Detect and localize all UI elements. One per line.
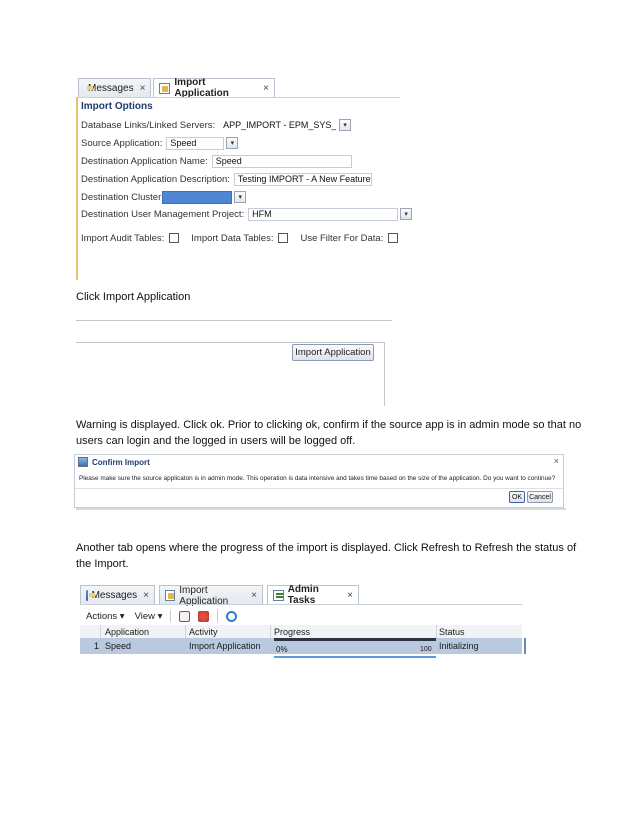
column-separator bbox=[436, 625, 437, 638]
caption-progress-line2: the Import. bbox=[76, 558, 129, 570]
dest-ump-row: Destination User Management Project: HFM… bbox=[81, 206, 413, 222]
db-links-select[interactable]: APP_IMPORT - EPM_SYS_HFM bbox=[219, 118, 338, 132]
audit-tables-label: Import Audit Tables: bbox=[81, 232, 165, 244]
divider bbox=[75, 488, 563, 489]
view-menu[interactable]: View ▾ bbox=[135, 611, 163, 622]
dest-cluster-label: Destination Cluster bbox=[81, 191, 162, 203]
table-row[interactable]: 1 Speed Import Application 0% 100 Initia… bbox=[80, 638, 526, 658]
tasks-icon bbox=[273, 589, 284, 601]
import-button-panel: Import Application bbox=[76, 320, 392, 406]
tab-label: Import Application bbox=[174, 77, 229, 99]
dialog-message: Please make sure the source applicaton i… bbox=[79, 475, 556, 482]
divider bbox=[384, 342, 385, 406]
messages-icon bbox=[86, 590, 94, 601]
import-application-button[interactable]: Import Application bbox=[292, 344, 374, 361]
dest-cluster-select[interactable] bbox=[162, 190, 233, 204]
caption-warning-line2: users can login and the logged in users … bbox=[76, 435, 356, 447]
import-options-body: Import Options Database Links/Linked Ser… bbox=[76, 97, 413, 280]
cancel-button[interactable]: Cancel bbox=[527, 491, 553, 503]
close-icon[interactable]: × bbox=[140, 83, 146, 94]
progress-start-label: 0% bbox=[276, 644, 288, 654]
filter-data-label: Use Filter For Data: bbox=[300, 232, 384, 244]
cell-application: Speed bbox=[105, 641, 132, 651]
tab-import-application[interactable]: Import Application × bbox=[153, 77, 275, 99]
grid-header: Application Activity Progress Status bbox=[80, 625, 522, 639]
dest-ump-label: Destination User Management Project: bbox=[81, 208, 245, 220]
source-app-label: Source Application: bbox=[81, 137, 163, 149]
dialog-title: Confirm Import bbox=[92, 457, 150, 467]
tab-messages[interactable]: Messages × bbox=[78, 78, 151, 98]
db-links-label: Database Links/Linked Servers: bbox=[81, 119, 216, 131]
column-separator bbox=[270, 625, 271, 638]
dest-app-name-label: Destination Application Name: bbox=[81, 155, 208, 167]
caption-progress-line1: Another tab opens where the progress of … bbox=[76, 542, 577, 554]
source-app-row: Source Application: Speed ▾ bbox=[81, 135, 239, 151]
application-icon bbox=[165, 590, 176, 601]
dest-app-desc-row: Destination Application Description: Tes… bbox=[81, 171, 372, 187]
dest-ump-select[interactable]: HFM bbox=[248, 207, 399, 221]
divider bbox=[76, 320, 392, 321]
data-tables-checkbox[interactable] bbox=[278, 233, 289, 243]
source-app-select[interactable]: Speed bbox=[166, 136, 225, 150]
dialog-icon bbox=[78, 457, 88, 467]
actions-menu[interactable]: Actions ▾ bbox=[86, 611, 125, 622]
close-icon[interactable]: × bbox=[143, 590, 149, 601]
chevron-down-icon[interactable]: ▾ bbox=[226, 137, 239, 149]
close-icon[interactable]: × bbox=[263, 83, 269, 94]
data-tables-label: Import Data Tables: bbox=[191, 232, 274, 244]
column-separator bbox=[185, 625, 186, 638]
row-number: 1 bbox=[94, 641, 100, 651]
row-edge bbox=[524, 638, 526, 654]
tab-label: Admin Tasks bbox=[287, 584, 319, 606]
toolbar-separator bbox=[217, 610, 219, 622]
progress-end-label: 100 bbox=[420, 645, 432, 653]
chevron-down-icon[interactable]: ▾ bbox=[339, 119, 352, 131]
dest-cluster-row: Destination Cluster ▾ bbox=[81, 189, 247, 205]
column-header-status[interactable]: Status bbox=[439, 625, 465, 638]
tab-admin-tasks[interactable]: Admin Tasks × bbox=[267, 584, 359, 606]
divider bbox=[76, 342, 384, 343]
refresh-icon[interactable] bbox=[226, 610, 238, 622]
dest-app-name-input[interactable]: Speed bbox=[211, 154, 352, 168]
tab-messages[interactable]: Messages × bbox=[80, 585, 155, 605]
chevron-down-icon[interactable]: ▾ bbox=[234, 191, 247, 203]
ok-button[interactable]: OK bbox=[509, 491, 525, 503]
import-application-panel: Messages × Import Application × Import O… bbox=[76, 77, 413, 280]
dest-app-desc-input[interactable]: Testing IMPORT - A New Feature bbox=[233, 172, 372, 186]
filter-data-checkbox[interactable] bbox=[388, 233, 399, 243]
confirm-import-dialog: Confirm Import × Please make sure the so… bbox=[74, 454, 564, 508]
dest-app-desc-label: Destination Application Description: bbox=[81, 173, 230, 185]
column-header-activity[interactable]: Activity bbox=[189, 625, 218, 638]
close-icon[interactable]: × bbox=[554, 456, 559, 466]
dialog-header: Confirm Import bbox=[75, 455, 563, 469]
dest-app-name-row: Destination Application Name: Speed bbox=[81, 153, 352, 169]
caption-warning-line1: Warning is displayed. Click ok. Prior to… bbox=[76, 419, 582, 431]
chevron-down-icon[interactable]: ▾ bbox=[400, 208, 413, 220]
tab-label: Messages bbox=[91, 590, 138, 601]
column-header-application[interactable]: Application bbox=[105, 625, 149, 638]
checkbox-row: Import Audit Tables: Import Data Tables:… bbox=[81, 230, 410, 246]
application-icon bbox=[159, 82, 171, 94]
tab-import-application[interactable]: Import Application × bbox=[159, 585, 263, 607]
dialog-shadow bbox=[76, 508, 566, 510]
admin-tasks-panel: Messages × Import Application × Admin Ta… bbox=[76, 584, 526, 663]
progress-track bbox=[274, 638, 436, 641]
tab-label: Messages bbox=[88, 83, 134, 94]
close-icon[interactable]: × bbox=[347, 590, 353, 601]
cell-activity: Import Application bbox=[189, 641, 261, 651]
stop-task-icon[interactable] bbox=[198, 610, 210, 622]
audit-tables-checkbox[interactable] bbox=[169, 233, 180, 243]
export-icon[interactable] bbox=[179, 610, 191, 622]
column-separator bbox=[100, 625, 101, 638]
caption-click-import: Click Import Application bbox=[76, 291, 191, 303]
toolbar: Actions ▾ View ▾ bbox=[76, 607, 526, 625]
section-title: Import Options bbox=[81, 101, 153, 112]
progress-bar bbox=[274, 656, 436, 658]
tab-divider bbox=[80, 604, 522, 605]
cell-status: Initializing bbox=[439, 641, 479, 651]
toolbar-separator bbox=[170, 610, 172, 622]
column-header-progress[interactable]: Progress bbox=[274, 625, 310, 638]
close-icon[interactable]: × bbox=[251, 590, 257, 601]
db-links-row: Database Links/Linked Servers: APP_IMPOR… bbox=[81, 117, 352, 133]
